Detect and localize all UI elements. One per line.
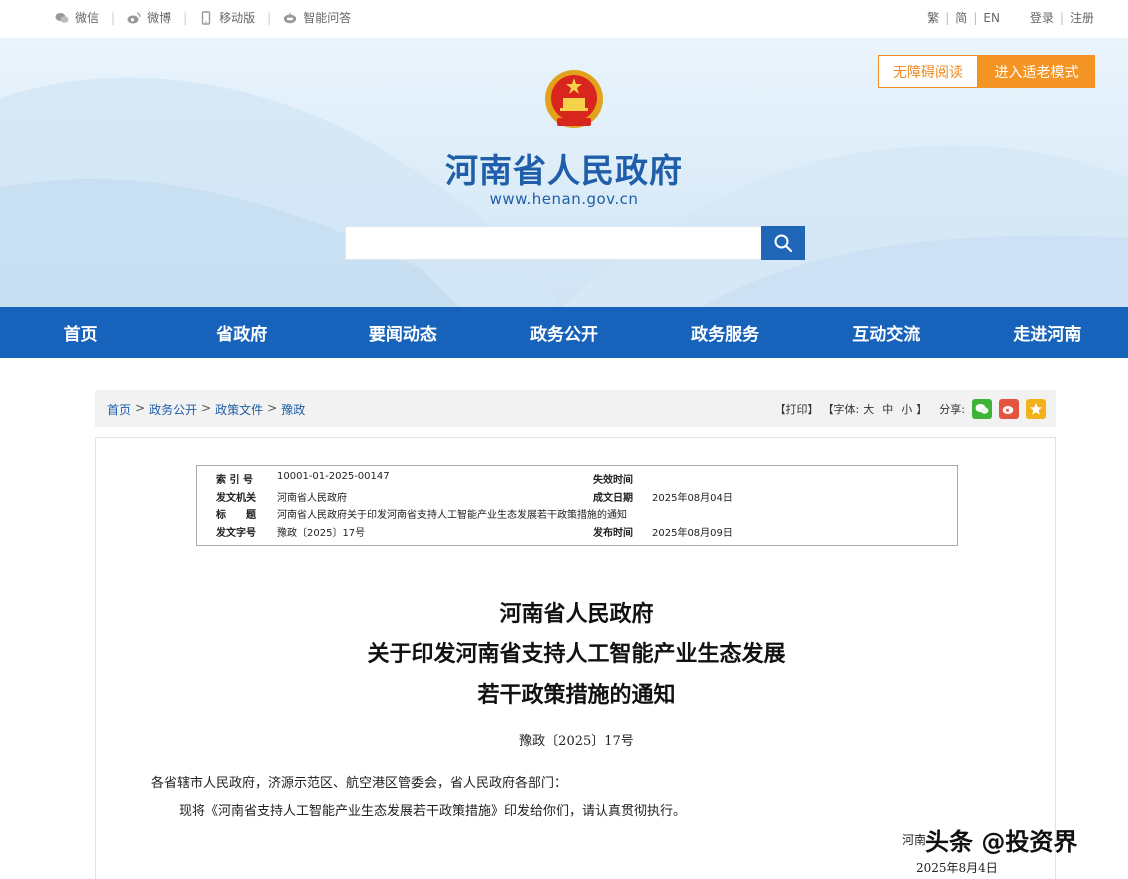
nav-item-about-henan[interactable]: 走进河南 bbox=[967, 307, 1128, 358]
header-banner: 河南省人民政府 www.henan.gov.cn 无障碍阅读 进入适老模式 bbox=[0, 38, 1128, 308]
smart-qa-link-label: 智能问答 bbox=[303, 11, 352, 25]
breadcrumb-bar: 首页 > 政务公开 > 政策文件 > 豫政 【打印】 【字体: 大 中 小 】 … bbox=[95, 390, 1056, 427]
weibo-link-label: 微博 bbox=[147, 11, 172, 25]
weibo-icon bbox=[127, 11, 141, 23]
meta-created-label: 成文日期 bbox=[593, 493, 633, 504]
document-body-paragraph: 现将《河南省支持人工智能产业生态发展若干政策措施》印发给你们，请认真贯彻执行。 bbox=[179, 804, 687, 819]
meta-issuer-label: 发文机关 bbox=[216, 493, 256, 504]
article-tools: 【打印】 【字体: 大 中 小 】 分享: bbox=[775, 399, 1046, 419]
main-nav: 首页 省政府 要闻动态 政务公开 政务服务 互动交流 走进河南 bbox=[0, 307, 1128, 358]
meta-index-label: 索 引 号 bbox=[216, 475, 253, 486]
accessibility-reading-button[interactable]: 无障碍阅读 bbox=[878, 55, 978, 88]
toutiao-watermark: 头条 @投资界 bbox=[925, 828, 1078, 856]
share-wechat-button[interactable] bbox=[972, 399, 992, 419]
font-size-close: 】 bbox=[916, 403, 928, 416]
meta-docno-label: 发文字号 bbox=[216, 528, 256, 539]
wechat-icon bbox=[55, 12, 69, 23]
weibo-link[interactable]: 微博 bbox=[127, 9, 171, 26]
lang-english[interactable]: EN bbox=[983, 11, 1000, 25]
nav-item-home[interactable]: 首页 bbox=[0, 307, 161, 358]
robot-icon bbox=[284, 12, 297, 23]
wechat-link[interactable]: 微信 bbox=[55, 9, 99, 26]
register-link[interactable]: 注册 bbox=[1070, 9, 1094, 26]
document-number: 豫政〔2025〕17号 bbox=[519, 734, 634, 749]
wechat-link-label: 微信 bbox=[75, 11, 100, 25]
login-link[interactable]: 登录 bbox=[1030, 9, 1054, 26]
mobile-icon bbox=[201, 10, 211, 25]
font-size-small[interactable]: 小 bbox=[901, 401, 912, 417]
share-weibo-button[interactable] bbox=[999, 399, 1019, 419]
elder-mode-button[interactable]: 进入适老模式 bbox=[978, 55, 1095, 88]
document-title-line-1: 河南省人民政府 bbox=[499, 601, 654, 627]
nav-item-news[interactable]: 要闻动态 bbox=[322, 307, 483, 358]
breadcrumb: 首页 > 政务公开 > 政策文件 > 豫政 bbox=[107, 401, 306, 418]
nav-item-gov-affairs-open[interactable]: 政务公开 bbox=[483, 307, 644, 358]
lang-simplified[interactable]: 简 bbox=[955, 9, 967, 26]
search-input[interactable] bbox=[345, 226, 761, 260]
meta-created-value: 2025年08月04日 bbox=[652, 493, 733, 504]
breadcrumb-home[interactable]: 首页 bbox=[107, 401, 131, 418]
breadcrumb-yuzheng[interactable]: 豫政 bbox=[281, 401, 305, 418]
font-size-medium[interactable]: 中 bbox=[882, 401, 893, 417]
share-qzone-button[interactable] bbox=[1026, 399, 1046, 419]
document-signature: 河南 bbox=[902, 833, 927, 847]
share-label: 分享: bbox=[939, 403, 965, 416]
site-url[interactable]: www.henan.gov.cn bbox=[0, 190, 1128, 208]
document-salutation: 各省辖市人民政府，济源示范区、航空港区管委会，省人民政府各部门： bbox=[151, 776, 568, 791]
font-size-label: 【字体: bbox=[822, 403, 860, 416]
print-button[interactable]: 【打印】 bbox=[775, 401, 819, 417]
meta-publish-label: 发布时间 bbox=[593, 528, 633, 539]
nav-item-provincial-gov[interactable]: 省政府 bbox=[161, 307, 322, 358]
smart-qa-link[interactable]: 智能问答 bbox=[283, 9, 351, 26]
top-utility-bar: 微信 | 微博 | 移动版 | 智能问答 繁 | 简 | EN 登录 | 注册 bbox=[0, 0, 1128, 36]
meta-title-label: 标 题 bbox=[216, 510, 256, 521]
breadcrumb-policy-files[interactable]: 政策文件 bbox=[215, 401, 263, 418]
meta-expire-label: 失效时间 bbox=[593, 475, 633, 486]
nav-item-interaction[interactable]: 互动交流 bbox=[806, 307, 967, 358]
document-date: 2025年8月4日 bbox=[916, 861, 998, 875]
meta-publish-value: 2025年08月09日 bbox=[652, 528, 733, 539]
meta-title-value: 河南省人民政府关于印发河南省支持人工智能产业生态发展若干政策措施的通知 bbox=[277, 510, 627, 521]
nav-item-gov-services[interactable]: 政务服务 bbox=[645, 307, 806, 358]
mobile-link[interactable]: 移动版 bbox=[199, 9, 255, 26]
star-share-icon bbox=[1030, 403, 1042, 415]
font-size-large[interactable]: 大 bbox=[863, 401, 874, 417]
document-title-line-3: 若干政策措施的通知 bbox=[477, 682, 676, 708]
breadcrumb-gov-affairs[interactable]: 政务公开 bbox=[149, 401, 197, 418]
wechat-share-icon bbox=[975, 404, 989, 414]
site-title: 河南省人民政府 bbox=[445, 151, 683, 190]
search-button[interactable] bbox=[761, 226, 805, 260]
search-icon bbox=[774, 234, 793, 253]
meta-issuer-value: 河南省人民政府 bbox=[277, 493, 347, 504]
document-title-line-2: 关于印发河南省支持人工智能产业生态发展 bbox=[367, 641, 786, 667]
mobile-link-label: 移动版 bbox=[219, 11, 256, 25]
document-metadata-table: 索 引 号 10001-01-2025-00147 失效时间 发文机关 河南省人… bbox=[196, 465, 958, 546]
article-container: 索 引 号 10001-01-2025-00147 失效时间 发文机关 河南省人… bbox=[95, 437, 1056, 879]
meta-index-value: 10001-01-2025-00147 bbox=[277, 471, 390, 482]
meta-docno-value: 豫政〔2025〕17号 bbox=[277, 528, 366, 539]
national-emblem-icon bbox=[545, 70, 603, 128]
lang-traditional[interactable]: 繁 bbox=[927, 9, 939, 26]
weibo-share-icon bbox=[1002, 406, 1014, 414]
